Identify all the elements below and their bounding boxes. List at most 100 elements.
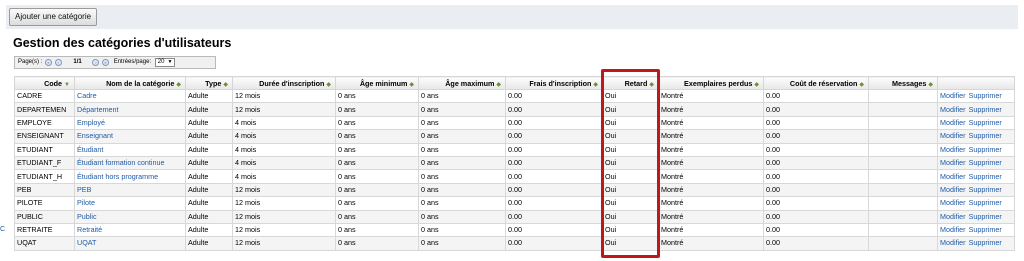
delete-link[interactable]: Supprimer (969, 158, 1002, 167)
cell-fee: 0.00 (505, 182, 603, 198)
delete-link[interactable]: Supprimer (969, 91, 1002, 100)
category-name-link[interactable]: Cadre (77, 91, 97, 100)
delete-link[interactable]: Supprimer (969, 212, 1002, 221)
category-name-link[interactable]: Étudiant hors programme (77, 172, 158, 181)
cell-lost: Montré (658, 129, 764, 144)
cell-age-min: 0 ans (335, 169, 419, 184)
sort-desc-icon: ▼ (64, 81, 70, 88)
last-page-icon[interactable]: » (102, 59, 110, 66)
delete-link[interactable]: Supprimer (969, 105, 1002, 114)
edit-link[interactable]: Modifier (940, 172, 966, 181)
add-category-button[interactable]: Ajouter une catégorie (9, 8, 98, 26)
cell-actions: Modifier Supprimer (937, 222, 1015, 238)
edit-link[interactable]: Modifier (940, 185, 966, 194)
category-name-link[interactable]: Retraité (77, 225, 102, 234)
cell-lost: Montré (658, 155, 764, 171)
cell-reserve-fee: 0.00 (763, 129, 869, 144)
delete-link[interactable]: Supprimer (969, 118, 1002, 127)
cell-fee: 0.00 (505, 222, 603, 238)
cell-fee: 0.00 (505, 209, 603, 224)
delete-link[interactable]: Supprimer (969, 198, 1002, 207)
cell-messages (868, 236, 938, 251)
edit-link[interactable]: Modifier (940, 212, 966, 221)
edit-link[interactable]: Modifier (940, 238, 966, 247)
cell-fee: 0.00 (505, 155, 603, 171)
next-page-icon[interactable]: › (92, 59, 100, 66)
delete-link[interactable]: Supprimer (969, 225, 1002, 234)
column-header-age-min[interactable]: Âge minimum ◆ (335, 76, 419, 90)
cell-age-min: 0 ans (335, 129, 419, 144)
cell-messages (868, 196, 938, 211)
category-name-link[interactable]: Département (77, 105, 119, 114)
first-page-icon[interactable]: « (45, 59, 53, 66)
edit-link[interactable]: Modifier (940, 225, 966, 234)
category-name-link[interactable]: Étudiant formation continue (77, 158, 165, 167)
cell-lost: Montré (658, 236, 764, 251)
delete-link[interactable]: Supprimer (969, 238, 1002, 247)
category-name-link[interactable]: Employé (77, 118, 105, 127)
cell-lost: Montré (658, 142, 764, 157)
cell-duration: 12 mois (232, 222, 336, 238)
table-row: ETUDIANT_H Étudiant hors programme Adulte 4… (14, 169, 1015, 184)
category-name-link[interactable]: Étudiant (77, 145, 103, 154)
cell-age-max: 0 ans (418, 88, 506, 104)
table-row: DEPARTEMEN Département Adulte 12 mois 0 ans 0… (14, 102, 1015, 117)
cell-overdue: Oui (602, 209, 659, 224)
category-name-link[interactable]: Pilote (77, 198, 95, 207)
cell-duration: 12 mois (232, 196, 336, 211)
column-header-fee[interactable]: Frais d'inscription ◆ (505, 76, 603, 90)
cell-fee: 0.00 (505, 129, 603, 144)
pager: Page(s) : « ‹ 1/1 › » Entrées/page: 20 ▼ (14, 56, 216, 69)
category-name-link[interactable]: Enseignant (77, 131, 113, 140)
previous-page-icon[interactable]: ‹ (54, 59, 62, 66)
category-name-link[interactable]: PEB (77, 185, 91, 194)
cell-fee: 0.00 (505, 236, 603, 251)
entries-per-page-select[interactable]: 20 ▼ (154, 58, 176, 67)
column-header-age-max[interactable]: Âge maximum ◆ (418, 76, 506, 90)
column-header-reserve-fee[interactable]: Coût de réservation ◆ (763, 76, 869, 90)
edit-link[interactable]: Modifier (940, 131, 966, 140)
column-header-messages[interactable]: Messages ◆ (868, 76, 938, 90)
column-header-code[interactable]: Code ▼ (14, 76, 75, 90)
edit-link[interactable]: Modifier (940, 158, 966, 167)
edit-link[interactable]: Modifier (940, 145, 966, 154)
category-name-link[interactable]: Public (77, 212, 97, 221)
cell-duration: 12 mois (232, 209, 336, 224)
column-header-name[interactable]: Nom de la catégorie ◆ (74, 76, 186, 90)
cell-type: Adulte (185, 222, 233, 238)
edit-link[interactable]: Modifier (940, 91, 966, 100)
table-row: ENSEIGNANT Enseignant Adulte 4 mois 0 ans 0 a… (14, 129, 1015, 144)
cell-age-min: 0 ans (335, 155, 419, 171)
column-header-overdue[interactable]: Retard ◆ (602, 76, 659, 90)
cell-messages (868, 155, 938, 171)
delete-link[interactable]: Supprimer (969, 131, 1002, 140)
category-name-link[interactable]: UQAT (77, 238, 96, 247)
sort-icon: ◆ (859, 81, 864, 88)
cell-code: EMPLOYE (14, 115, 75, 131)
delete-link[interactable]: Supprimer (969, 185, 1002, 194)
cell-code: PEB (14, 182, 75, 198)
cell-overdue: Oui (602, 155, 659, 171)
header-row: Code ▼ Nom de la catégorie ◆ Type ◆ Durée d… (14, 76, 1015, 90)
edit-link[interactable]: Modifier (940, 105, 966, 114)
cell-fee: 0.00 (505, 88, 603, 104)
sort-icon: ◆ (409, 81, 414, 88)
cell-type: Adulte (185, 236, 233, 251)
cell-actions: Modifier Supprimer (937, 155, 1015, 171)
column-header-lost[interactable]: Exemplaires perdus ◆ (658, 76, 764, 90)
edit-link[interactable]: Modifier (940, 198, 966, 207)
table-row: ETUDIANT_F Étudiant formation continue Adu… (14, 155, 1015, 171)
column-header-duration[interactable]: Durée d'inscription ◆ (232, 76, 336, 90)
column-header-type[interactable]: Type ◆ (185, 76, 233, 90)
delete-link[interactable]: Supprimer (969, 172, 1002, 181)
cell-messages (868, 169, 938, 184)
cell-code: ETUDIANT_H (14, 169, 75, 184)
cell-reserve-fee: 0.00 (763, 155, 869, 171)
edit-link[interactable]: Modifier (940, 118, 966, 127)
cell-duration: 4 mois (232, 169, 336, 184)
cell-age-min: 0 ans (335, 115, 419, 131)
delete-link[interactable]: Supprimer (969, 145, 1002, 154)
cell-actions: Modifier Supprimer (937, 102, 1015, 117)
cell-type: Adulte (185, 88, 233, 104)
cell-name: Employé (74, 115, 186, 131)
